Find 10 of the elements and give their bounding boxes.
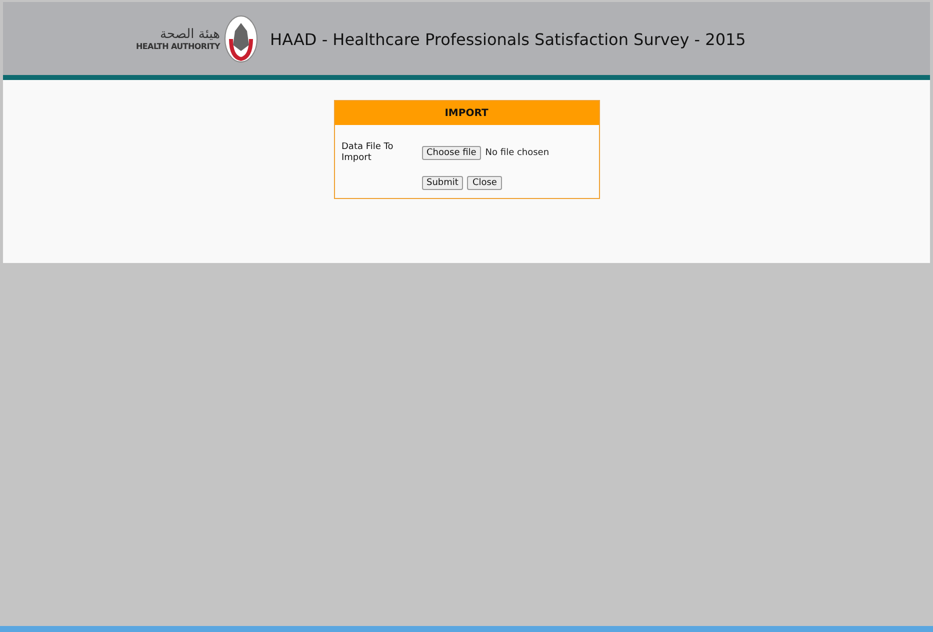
panel-header: IMPORT [334,101,598,125]
logo-arabic-text: هيئة الصحة [160,26,220,42]
close-button[interactable]: Close [467,176,502,190]
logo-text: HEALTH AUTHORITY [136,42,220,50]
submit-button[interactable]: Submit [422,176,464,190]
choose-file-button[interactable]: Choose file [422,146,482,160]
field-label: Data File To Import [342,142,394,164]
emblem-icon [224,14,258,62]
file-status: No file chosen [485,148,550,158]
page-title: HAAD - Healthcare Professionals Satisfaction Survey - 2015 [270,30,746,49]
